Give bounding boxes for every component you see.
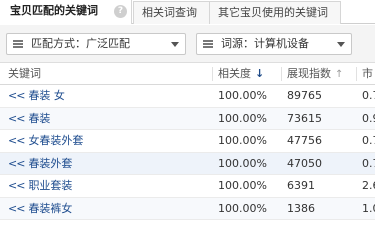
index-cell: 1386	[287, 201, 315, 215]
keyword-link[interactable]: << 女春装外套	[8, 130, 83, 152]
add-arrow-icon[interactable]: <<	[8, 89, 25, 102]
source-value: 词源：计算机设备	[221, 37, 309, 50]
tab-matched-keywords[interactable]: 宝贝匹配的关键词 ?	[0, 0, 132, 24]
relevance-cell: 100.00%	[218, 179, 267, 192]
relevance-cell: 100.00%	[218, 134, 267, 147]
keyword-link[interactable]: << 春装外套	[8, 153, 72, 175]
column-divider	[356, 67, 357, 81]
column-header-index[interactable]: 展现指数 ↑	[287, 63, 343, 85]
keyword-text: 春装 女	[28, 89, 65, 102]
table-row[interactable]: <<春装 100.00% 73615 0.9	[0, 107, 375, 130]
index-cell: 6391	[287, 179, 315, 192]
column-header-index-label: 展现指数	[287, 67, 331, 80]
tab-matched-keywords-label: 宝贝匹配的关键词	[10, 4, 98, 17]
add-arrow-icon[interactable]: <<	[8, 134, 25, 147]
market-cell: 1.0	[362, 201, 375, 215]
tab-other-items-keywords[interactable]: 其它宝贝使用的关键词	[210, 1, 341, 24]
help-icon[interactable]: ?	[114, 5, 127, 18]
column-divider	[281, 67, 282, 81]
index-cell: 47756	[287, 134, 322, 147]
index-cell: 89765	[287, 89, 322, 102]
add-arrow-icon[interactable]: <<	[8, 179, 25, 192]
keyword-link[interactable]: << 职业套装	[8, 175, 72, 197]
table-row[interactable]: <<春装裤女 100.00% 1386 1.0	[0, 197, 375, 220]
add-arrow-icon[interactable]: <<	[8, 202, 25, 215]
column-header-market[interactable]: 市	[362, 63, 373, 85]
table-row[interactable]: <<春装外套 100.00% 47050 0.7	[0, 152, 375, 175]
relevance-cell: 100.00%	[218, 111, 267, 125]
column-header-keyword[interactable]: 关键词	[8, 63, 41, 85]
relevance-cell: 100.00%	[218, 201, 267, 215]
keyword-table: 关键词 相关度 ↓ 展现指数 ↑ 市 << 春装 女 100.00% 89765 0.…	[0, 63, 375, 220]
match-mode-value: 匹配方式：广泛匹配	[31, 37, 130, 50]
list-icon	[13, 39, 23, 49]
market-cell: 0.7	[362, 134, 375, 147]
relevance-cell: 100.00%	[218, 89, 267, 102]
match-mode-select[interactable]: 匹配方式：广泛匹配	[6, 33, 186, 55]
relevance-cell: 100.00%	[218, 156, 267, 170]
column-header-relevance-label: 相关度	[218, 67, 251, 80]
index-cell: 73615	[287, 111, 322, 125]
market-cell: 0.7	[362, 89, 375, 102]
column-header-relevance[interactable]: 相关度 ↓	[218, 63, 264, 85]
market-cell: 0.9	[362, 111, 375, 125]
tab-related-search[interactable]: 相关词查询	[133, 1, 210, 24]
add-arrow-icon[interactable]: <<	[8, 112, 25, 125]
tab-related-search-label: 相关词查询	[142, 6, 197, 19]
table-row[interactable]: <<女春装外套 100.00% 47756 0.7	[0, 130, 375, 153]
keyword-text: 春装裤女	[28, 201, 73, 215]
keyword-link[interactable]: << 春装	[8, 108, 50, 130]
market-cell: 2.6	[362, 179, 375, 192]
table-row[interactable]: <<春装 女 100.00% 89765 0.7	[0, 85, 375, 108]
keyword-text: 春装外套	[28, 156, 73, 170]
list-icon	[203, 39, 213, 49]
keyword-text: 春装	[28, 111, 51, 125]
tab-other-items-keywords-label: 其它宝贝使用的关键词	[218, 6, 328, 19]
table-header: 关键词 相关度 ↓ 展现指数 ↑ 市	[0, 63, 375, 85]
market-cell: 0.7	[362, 156, 375, 170]
chevron-down-icon	[171, 42, 179, 47]
chevron-down-icon	[337, 42, 345, 47]
keyword-text: 女春装外套	[28, 134, 84, 147]
index-cell: 47050	[287, 156, 322, 170]
column-divider	[212, 67, 213, 81]
keyword-link[interactable]: << 春装 女	[8, 85, 65, 107]
add-arrow-icon[interactable]: <<	[8, 157, 25, 170]
sort-down-icon: ↓	[255, 67, 265, 80]
sort-up-icon: ↑	[335, 69, 344, 80]
tab-bar: 宝贝匹配的关键词 ? 相关词查询 其它宝贝使用的关键词	[0, 0, 375, 24]
table-row[interactable]: <<职业套装 100.00% 6391 2.6	[0, 175, 375, 198]
keyword-text: 职业套装	[28, 179, 73, 192]
keyword-link[interactable]: << 春装裤女	[8, 198, 72, 220]
source-select[interactable]: 词源：计算机设备	[196, 33, 352, 55]
filter-bar: 匹配方式：广泛匹配 词源：计算机设备	[0, 25, 375, 63]
